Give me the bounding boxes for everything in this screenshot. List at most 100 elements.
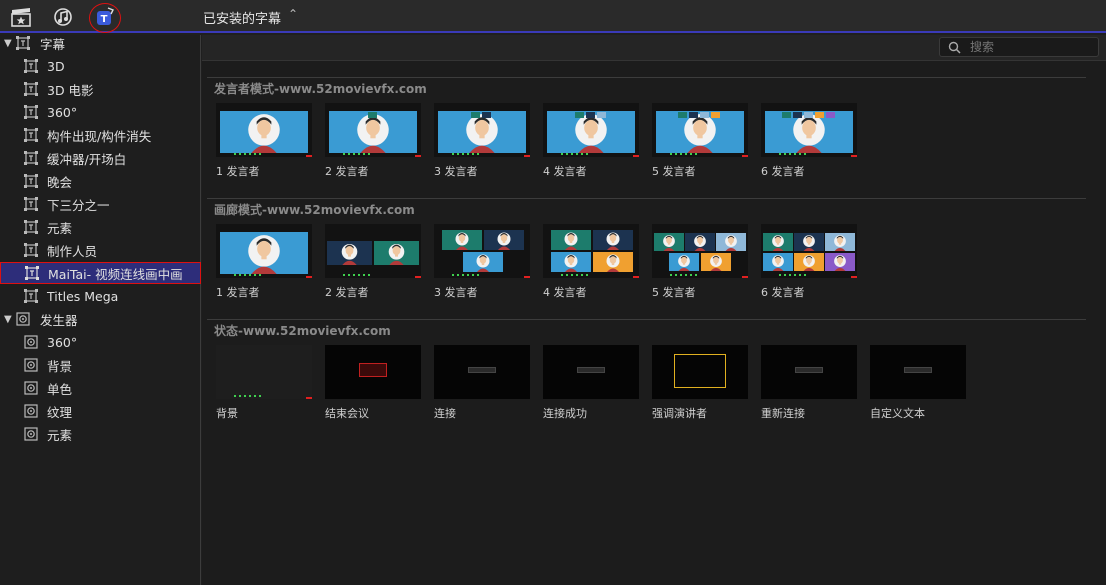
section-title-gallery: 画廊模式-www.52movievfx.com bbox=[214, 203, 415, 217]
sidebar-item-credits[interactable]: 制作人员 bbox=[0, 239, 201, 261]
effect-label: 3 发言者 bbox=[434, 286, 478, 299]
record-indicator bbox=[633, 155, 639, 157]
gallery-tile bbox=[685, 233, 715, 251]
audio-level-dots bbox=[234, 153, 294, 156]
record-indicator bbox=[524, 155, 530, 157]
top-toolbar: T 已安装的字幕 ⌃ bbox=[0, 0, 1106, 33]
effect-thumbnail[interactable] bbox=[761, 345, 857, 399]
effect-thumbnail[interactable] bbox=[543, 103, 639, 157]
gallery-tile bbox=[593, 252, 633, 272]
generator-icon bbox=[24, 358, 38, 372]
effect-thumbnail[interactable] bbox=[216, 224, 312, 278]
gallery-tile bbox=[551, 230, 591, 250]
svg-text:T: T bbox=[101, 14, 108, 25]
highlight-frame bbox=[674, 354, 726, 388]
sidebar-item-textures[interactable]: 纹理 bbox=[0, 400, 201, 422]
audio-level-dots bbox=[561, 274, 621, 277]
sidebar-item-bumper-opener[interactable]: 缓冲器/开场白 bbox=[0, 147, 201, 169]
titles-frame-icon bbox=[24, 128, 38, 142]
audio-level-dots bbox=[779, 274, 839, 277]
search-input[interactable] bbox=[970, 40, 1090, 54]
section-title-speaker: 发言者模式-www.52movievfx.com bbox=[214, 82, 427, 96]
sidebar-category-titles[interactable]: ▼ 字幕 bbox=[0, 32, 201, 54]
sidebar-item-titles-mega[interactable]: Titles Mega bbox=[0, 285, 201, 307]
effect-label: 结束会议 bbox=[325, 407, 369, 420]
sidebar-item-3d-cinematic[interactable]: 3D 电影 bbox=[0, 78, 201, 100]
disclosure-triangle-icon[interactable]: ▼ bbox=[4, 314, 14, 325]
sidebar-item-gen-elements[interactable]: 元素 bbox=[0, 423, 201, 445]
effect-thumbnail[interactable] bbox=[543, 345, 639, 399]
effect-label: 5 发言者 bbox=[652, 165, 696, 178]
status-message-box bbox=[359, 363, 387, 377]
effect-thumbnail[interactable] bbox=[216, 345, 312, 399]
effect-thumbnail[interactable] bbox=[543, 224, 639, 278]
generator-icon bbox=[24, 427, 38, 441]
effect-thumbnail[interactable] bbox=[434, 224, 530, 278]
sidebar-item-lower-thirds[interactable]: 下三分之一 bbox=[0, 193, 201, 215]
titles-icon[interactable]: T bbox=[94, 6, 116, 28]
effect-label: 重新连接 bbox=[761, 407, 805, 420]
sidebar-item-maitai[interactable]: MaiTai- 视频连线画中画 bbox=[0, 262, 201, 284]
record-indicator bbox=[633, 276, 639, 278]
sidebar-item-party[interactable]: 晚会 bbox=[0, 170, 201, 192]
sidebar-item-gen-360[interactable]: 360° bbox=[0, 331, 201, 353]
effect-thumbnail[interactable] bbox=[652, 345, 748, 399]
effect-label: 6 发言者 bbox=[761, 165, 805, 178]
gallery-tile bbox=[327, 241, 372, 265]
library-title[interactable]: 已安装的字幕 bbox=[203, 8, 281, 27]
library-chevron-icon[interactable]: ⌃ bbox=[288, 7, 298, 21]
section-divider bbox=[207, 319, 1086, 320]
music-note-icon[interactable] bbox=[52, 6, 74, 28]
effect-thumbnail[interactable] bbox=[434, 345, 530, 399]
effect-thumbnail[interactable] bbox=[216, 103, 312, 157]
sidebar-item-build-in-out[interactable]: 构件出现/构件消失 bbox=[0, 124, 201, 146]
record-indicator bbox=[306, 397, 312, 399]
sidebar-item-360[interactable]: 360° bbox=[0, 101, 201, 123]
effect-thumbnail[interactable] bbox=[325, 345, 421, 399]
effect-label: 背景 bbox=[216, 407, 238, 420]
record-indicator bbox=[415, 155, 421, 157]
record-indicator bbox=[851, 155, 857, 157]
titles-frame-icon bbox=[24, 289, 38, 303]
record-indicator bbox=[306, 155, 312, 157]
sidebar-item-backgrounds[interactable]: 背景 bbox=[0, 354, 201, 376]
gallery-tile bbox=[593, 230, 633, 250]
effect-thumbnail[interactable] bbox=[325, 224, 421, 278]
titles-frame-icon bbox=[24, 82, 38, 96]
effect-thumbnail[interactable] bbox=[652, 103, 748, 157]
audio-level-dots bbox=[779, 153, 839, 156]
gallery-tile bbox=[669, 253, 699, 271]
effect-thumbnail[interactable] bbox=[434, 103, 530, 157]
effect-label: 自定义文本 bbox=[870, 407, 925, 420]
sidebar-item-elements[interactable]: 元素 bbox=[0, 216, 201, 238]
effect-thumbnail[interactable] bbox=[325, 103, 421, 157]
record-indicator bbox=[415, 276, 421, 278]
disclosure-triangle-icon[interactable]: ▼ bbox=[4, 38, 14, 49]
titles-frame-icon bbox=[24, 105, 38, 119]
gallery-tile bbox=[463, 252, 503, 272]
effect-thumbnail[interactable] bbox=[870, 345, 966, 399]
effect-label: 1 发言者 bbox=[216, 165, 260, 178]
participant-strip bbox=[574, 103, 608, 118]
section-title-status: 状态-www.52movievfx.com bbox=[214, 324, 391, 338]
search-field[interactable] bbox=[939, 37, 1099, 57]
record-indicator bbox=[306, 276, 312, 278]
audio-level-dots bbox=[343, 274, 403, 277]
titles-frame-icon bbox=[24, 243, 38, 257]
status-message-box bbox=[795, 367, 823, 373]
sidebar-item-3d[interactable]: 3D bbox=[0, 55, 201, 77]
clapper-star-icon[interactable] bbox=[10, 6, 32, 28]
effect-thumbnail[interactable] bbox=[652, 224, 748, 278]
sidebar-category-generators[interactable]: ▼ 发生器 bbox=[0, 308, 201, 330]
sidebar-item-solids[interactable]: 单色 bbox=[0, 377, 201, 399]
effect-label: 1 发言者 bbox=[216, 286, 260, 299]
record-indicator bbox=[524, 276, 530, 278]
effect-thumbnail[interactable] bbox=[761, 224, 857, 278]
status-message-box bbox=[468, 367, 496, 373]
effect-thumbnail[interactable] bbox=[761, 103, 857, 157]
sidebar: ▼ 字幕 3D 3D 电影 360° 构件出现/构件消失 缓冲器/开场白 晚会 … bbox=[0, 35, 201, 585]
status-message-box bbox=[904, 367, 932, 373]
search-icon bbox=[948, 41, 964, 54]
effect-label: 强调演讲者 bbox=[652, 407, 707, 420]
record-indicator bbox=[742, 155, 748, 157]
